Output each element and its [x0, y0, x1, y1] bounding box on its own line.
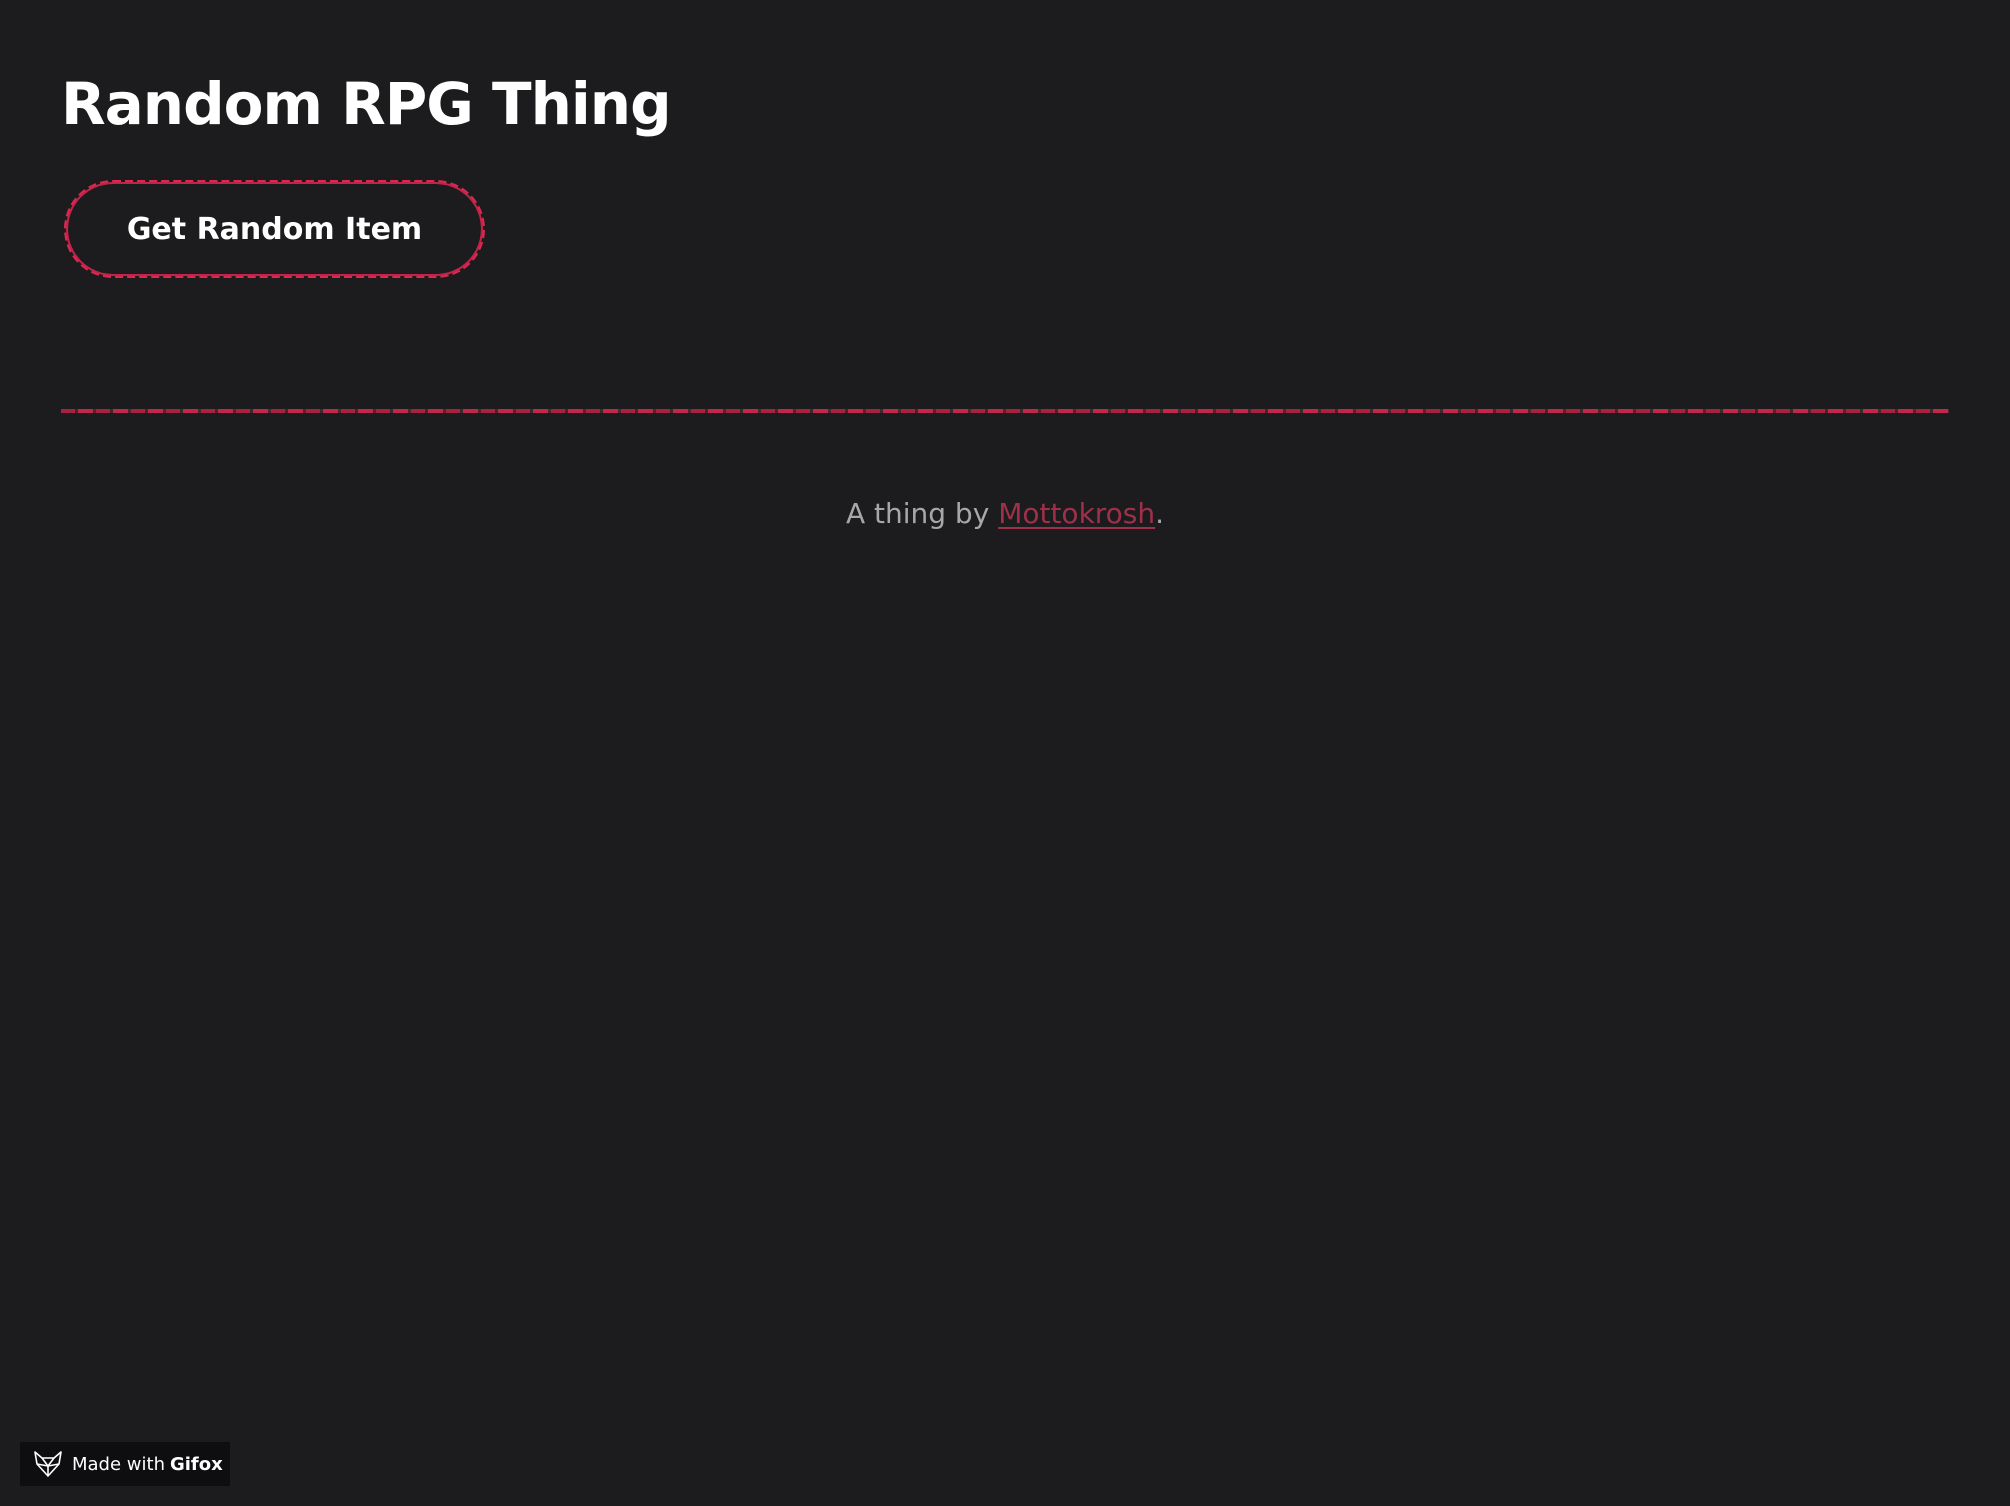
author-link[interactable]: Mottokrosh [998, 497, 1155, 530]
credit-suffix: . [1155, 497, 1165, 530]
gifox-brand: Gifox [169, 1453, 223, 1475]
fox-icon [32, 1448, 64, 1480]
gifox-watermark: Made with Gifox [20, 1442, 230, 1486]
page-container: Random RPG Thing Get Random Item A thing… [61, 0, 1949, 1506]
section-divider [61, 409, 1949, 413]
credit-line: A thing by Mottokrosh. [61, 494, 1949, 534]
page-title: Random RPG Thing [61, 70, 672, 138]
get-random-item-button[interactable]: Get Random Item [64, 180, 485, 278]
credit-prefix: A thing by [845, 497, 999, 530]
get-random-item-label: Get Random Item [126, 211, 423, 247]
made-with-text: Made with [72, 1453, 165, 1475]
